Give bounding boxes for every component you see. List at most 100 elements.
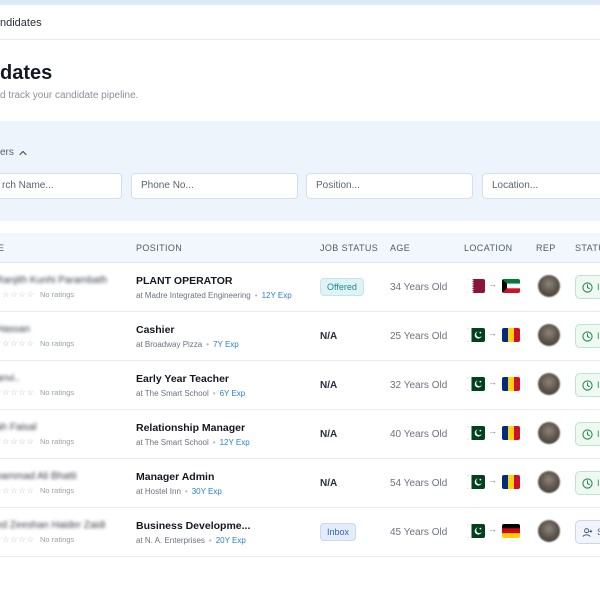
table-header: E POSITION JOB STATUS AGE LOCATION REP S… <box>0 233 600 263</box>
position-company: at The Smart School • 6Y Exp <box>136 389 245 398</box>
experience: 12Y Exp <box>219 438 250 447</box>
breadcrumb[interactable]: ndidates <box>0 17 42 29</box>
candidate-age: 45 Years Old <box>390 527 448 538</box>
company-name: at The Smart School <box>136 389 209 398</box>
ratings-label: No ratings <box>40 290 75 299</box>
candidate-name[interactable]: ah Faisal <box>0 422 37 433</box>
candidate-name[interactable]: Ranjith Kunhi Parambath <box>0 275 107 286</box>
romania-flag-icon <box>502 328 520 342</box>
filters-toggle[interactable]: ers <box>0 147 28 158</box>
romania-flag-icon <box>502 377 520 391</box>
job-status-badge[interactable]: Inbox <box>320 523 357 541</box>
job-status-badge[interactable]: Offered <box>320 278 364 296</box>
position-company: at Broadway Pizza • 7Y Exp <box>136 340 239 349</box>
company-name: at N. A. Enterprises <box>136 536 205 545</box>
position-input[interactable]: Position... <box>306 173 473 199</box>
rep-avatar[interactable] <box>538 422 560 444</box>
position-title[interactable]: Manager Admin <box>136 471 214 483</box>
table-row[interactable]: hammad Ali Bhatti ☆☆☆☆☆ No ratings Manager … <box>0 459 600 508</box>
arrow-right-icon: → <box>488 426 497 436</box>
header-rep[interactable]: REP <box>536 243 556 253</box>
pakistan-flag-icon <box>467 475 485 489</box>
arrow-right-icon: → <box>488 328 497 338</box>
rep-avatar[interactable] <box>538 275 560 297</box>
status-button[interactable]: I <box>575 471 600 495</box>
ratings-label: No ratings <box>40 388 75 397</box>
rep-avatar[interactable] <box>538 324 560 346</box>
company-name: at The Smart School <box>136 438 209 447</box>
chevron-up-icon <box>19 150 27 155</box>
status-button[interactable]: I <box>575 373 600 397</box>
experience: 30Y Exp <box>191 487 222 496</box>
star-rating[interactable]: ☆☆☆☆☆ <box>0 388 35 397</box>
separator-dot: • <box>206 340 210 349</box>
table-row[interactable]: ed Zeeshan Haider Zaidi ☆☆☆☆☆ No ratings Bu… <box>0 508 600 557</box>
header-name[interactable]: E <box>0 243 4 253</box>
status-label: I <box>597 429 600 439</box>
candidate-age: 25 Years Old <box>390 331 448 342</box>
status-button[interactable]: I <box>575 324 600 348</box>
candidate-name[interactable]: Hassan <box>0 324 30 335</box>
separator-dot: • <box>254 291 258 300</box>
table-row[interactable]: anvi.. ☆☆☆☆☆ No ratings Early Year Teacher a… <box>0 361 600 410</box>
position-company: at The Smart School • 12Y Exp <box>136 438 250 447</box>
rep-avatar[interactable] <box>538 520 560 542</box>
job-status: N/A <box>320 331 338 342</box>
table-row[interactable]: Hassan ☆☆☆☆☆ No ratings Cashier at Broadway … <box>0 312 600 361</box>
position-title[interactable]: Cashier <box>136 324 175 336</box>
status-button[interactable]: I <box>575 275 600 299</box>
header-age[interactable]: AGE <box>390 243 410 253</box>
table-row[interactable]: Ranjith Kunhi Parambath ☆☆☆☆☆ No ratings PL… <box>0 263 600 312</box>
germany-flag-icon <box>502 524 520 538</box>
position-title[interactable]: PLANT OPERATOR <box>136 275 232 287</box>
candidate-name[interactable]: anvi.. <box>0 373 20 384</box>
star-rating[interactable]: ☆☆☆☆☆ <box>0 486 35 495</box>
status-label: I <box>597 331 600 341</box>
position-title[interactable]: Business Developme... <box>136 520 250 532</box>
position-title[interactable]: Early Year Teacher <box>136 373 229 385</box>
search-name-input[interactable]: rch Name... <box>0 173 122 199</box>
romania-flag-icon <box>502 475 520 489</box>
star-rating[interactable]: ☆☆☆☆☆ <box>0 437 35 446</box>
ratings-label: No ratings <box>40 486 75 495</box>
star-rating[interactable]: ☆☆☆☆☆ <box>0 535 35 544</box>
candidate-name[interactable]: hammad Ali Bhatti <box>0 471 77 482</box>
experience: 20Y Exp <box>215 536 246 545</box>
page-subtitle: d track your candidate pipeline. <box>0 90 139 101</box>
phone-input[interactable]: Phone No... <box>131 173 298 199</box>
status-label: I <box>597 380 600 390</box>
job-status: N/A <box>320 478 338 489</box>
candidate-age: 54 Years Old <box>390 478 448 489</box>
position-title[interactable]: Relationship Manager <box>136 422 245 434</box>
candidate-age: 34 Years Old <box>390 282 448 293</box>
star-rating[interactable]: ☆☆☆☆☆ <box>0 339 35 348</box>
status-label: I <box>597 282 600 292</box>
separator-dot: • <box>184 487 188 496</box>
header-position[interactable]: POSITION <box>136 243 182 253</box>
ratings-label: No ratings <box>40 437 75 446</box>
location-input[interactable]: Location... <box>482 173 600 199</box>
status-button[interactable]: S <box>575 520 600 544</box>
candidate-name[interactable]: ed Zeeshan Haider Zaidi <box>0 520 106 531</box>
company-name: at Hostel Inn <box>136 487 181 496</box>
candidate-age: 32 Years Old <box>390 380 448 391</box>
romania-flag-icon <box>502 426 520 440</box>
arrow-right-icon: → <box>488 524 497 534</box>
arrow-right-icon: → <box>488 279 497 289</box>
header-job-status[interactable]: JOB STATUS <box>320 243 378 253</box>
table-row[interactable]: ah Faisal ☆☆☆☆☆ No ratings Relationship Man… <box>0 410 600 459</box>
rep-avatar[interactable] <box>538 373 560 395</box>
pakistan-flag-icon <box>467 328 485 342</box>
ratings-label: No ratings <box>40 339 75 348</box>
header-status[interactable]: STATU <box>575 243 600 253</box>
rep-avatar[interactable] <box>538 471 560 493</box>
job-status: N/A <box>320 429 338 440</box>
star-rating[interactable]: ☆☆☆☆☆ <box>0 290 35 299</box>
kuwait-flag-icon <box>502 279 520 293</box>
filters-panel: ers rch Name... Phone No... Position... … <box>0 121 600 221</box>
breadcrumb-bar: ndidates <box>0 5 600 40</box>
status-button[interactable]: I <box>575 422 600 446</box>
page-title: dates <box>0 62 53 84</box>
header-location[interactable]: LOCATION <box>464 243 513 253</box>
position-company: at N. A. Enterprises • 20Y Exp <box>136 536 246 545</box>
